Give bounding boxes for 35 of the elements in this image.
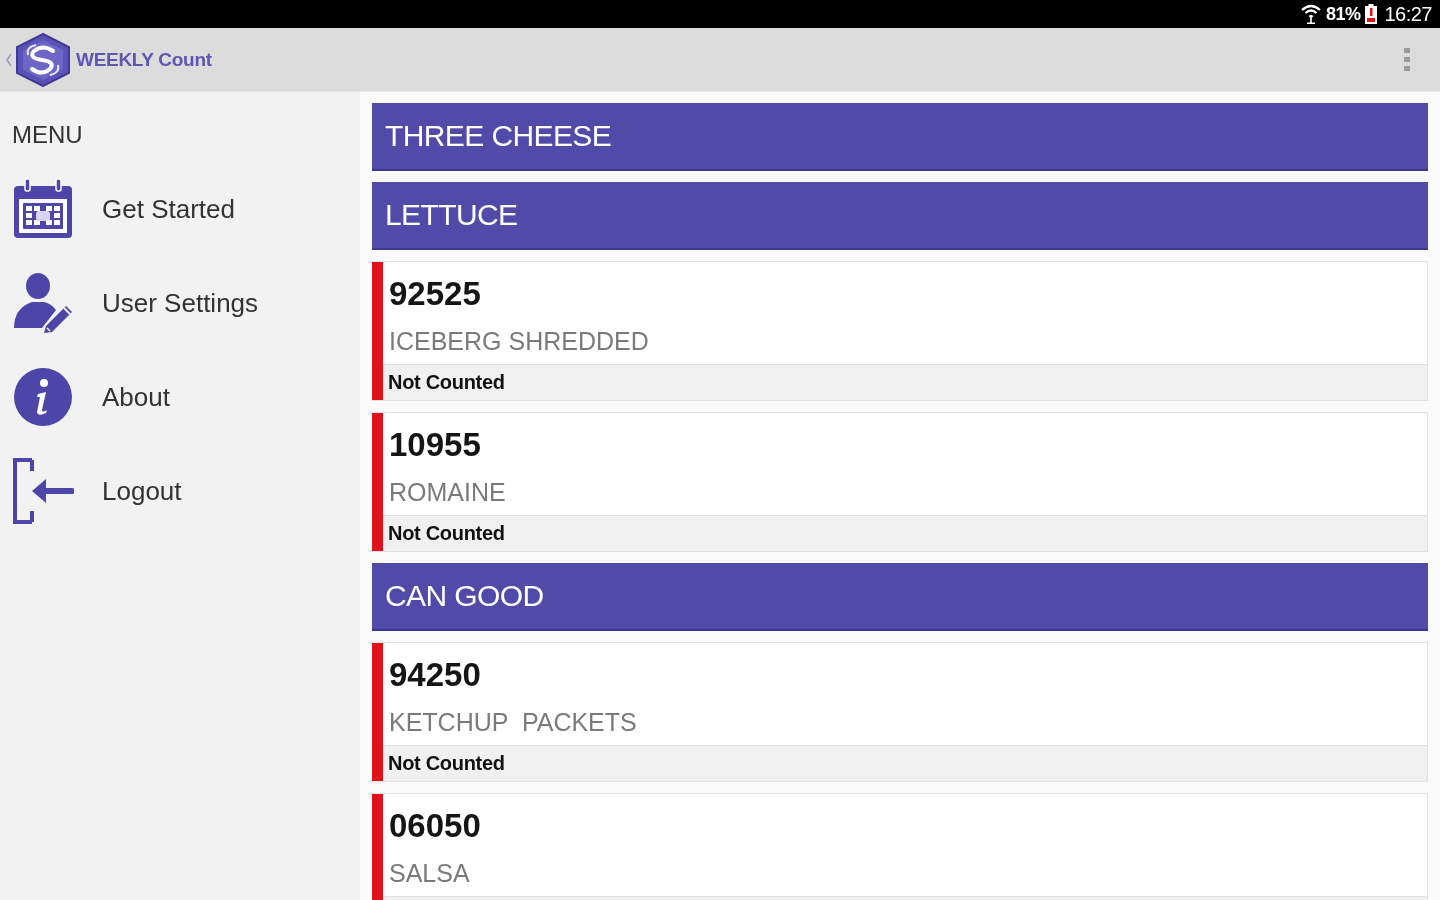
item-card[interactable]: 94250 KETCHUP PACKETS Not Counted [372, 642, 1428, 782]
item-card[interactable]: 92525 ICEBERG SHREDDED Not Counted [372, 261, 1428, 401]
menu-heading: MENU [12, 120, 84, 150]
logout-icon [12, 457, 74, 525]
item-code: 92525 [389, 274, 481, 314]
category-header[interactable]: LETTUCE [372, 182, 1428, 250]
hexagon-logo-icon [14, 32, 72, 87]
status-text: Not Counted [388, 371, 505, 394]
item-card[interactable]: 10955 ROMAINE Not Counted [372, 412, 1428, 552]
item-name: ROMAINE [389, 477, 506, 508]
battery-percent: 81% [1325, 3, 1361, 25]
wifi-icon [1300, 4, 1321, 24]
item-name: KETCHUP PACKETS [389, 707, 637, 738]
overflow-menu-icon[interactable] [1404, 47, 1410, 72]
category-header[interactable]: CAN GOOD [372, 563, 1428, 631]
app-title: WEEKLY Count [76, 48, 212, 71]
info-icon [12, 366, 74, 428]
calendar-icon [12, 178, 74, 240]
status-text: Not Counted [388, 752, 505, 775]
item-name: ICEBERG SHREDDED [389, 326, 649, 357]
user-pencil-icon [12, 272, 74, 334]
menu-item[interactable]: Get Started [12, 162, 360, 256]
status-text: Not Counted [388, 522, 505, 545]
menu-item[interactable]: About [12, 350, 360, 444]
category-header[interactable]: THREE CHEESE [372, 103, 1428, 171]
clock-time: 16:27 [1384, 2, 1432, 26]
item-card[interactable]: 06050 SALSA [372, 793, 1428, 900]
back-caret-icon[interactable] [6, 52, 12, 67]
menu-item[interactable]: Logout [12, 444, 360, 538]
item-code: 06050 [389, 806, 481, 846]
item-code: 94250 [389, 655, 481, 695]
battery-icon [1365, 4, 1378, 24]
menu-item[interactable]: User Settings [12, 256, 360, 350]
item-name: SALSA [389, 858, 470, 889]
item-code: 10955 [389, 425, 481, 465]
